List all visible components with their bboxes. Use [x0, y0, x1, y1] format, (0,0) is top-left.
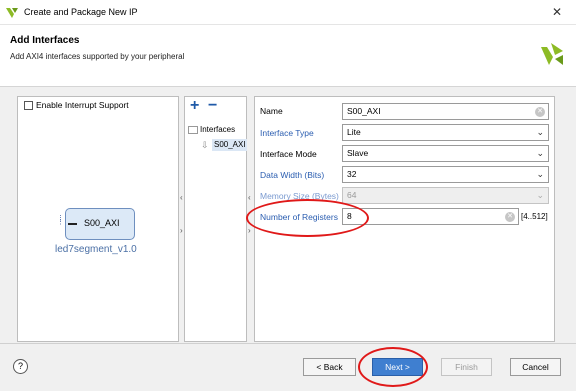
interface-mode-select[interactable]: Slave ⌄: [342, 145, 549, 162]
memory-size-value: 64: [347, 190, 357, 200]
data-width-label[interactable]: Data Width (Bits): [260, 170, 324, 180]
vivado-logo-icon: [541, 43, 563, 65]
interface-type-select[interactable]: Lite ⌄: [342, 124, 549, 141]
remove-interface-button[interactable]: −: [208, 98, 217, 114]
expand-mid-arrow-icon[interactable]: ›: [248, 226, 251, 235]
ip-name: led7segment_v1.0: [55, 244, 137, 255]
num-registers-label[interactable]: Number of Registers: [260, 212, 338, 222]
interface-type-label[interactable]: Interface Type: [260, 128, 314, 138]
cancel-button[interactable]: Cancel: [510, 358, 561, 376]
page-title: Add Interfaces: [10, 35, 80, 46]
finish-button: Finish: [441, 358, 492, 376]
window-title: Create and Package New IP: [24, 7, 138, 17]
chevron-down-icon: ⌄: [536, 190, 544, 200]
ip-port-label: S00_AXI: [84, 218, 120, 228]
data-width-value: 32: [347, 169, 357, 179]
enable-interrupt-label[interactable]: Enable Interrupt Support: [36, 100, 129, 110]
collapse-mid-arrow-icon[interactable]: ‹: [248, 193, 251, 202]
memory-size-select: 64 ⌄: [342, 187, 549, 204]
interface-type-value: Lite: [347, 127, 361, 137]
clear-name-icon[interactable]: ✕: [535, 107, 545, 117]
data-width-select[interactable]: 32 ⌄: [342, 166, 549, 183]
num-registers-value: 8: [347, 211, 352, 221]
expand-right-arrow-icon[interactable]: ›: [180, 226, 183, 235]
port-bar-icon: [68, 223, 77, 225]
page-subtitle: Add AXI4 interfaces supported by your pe…: [10, 52, 185, 61]
enable-interrupt-checkbox[interactable]: [24, 101, 33, 110]
name-label: Name: [260, 106, 283, 116]
wizard-header: Add Interfaces Add AXI4 interfaces suppo…: [0, 25, 576, 87]
chevron-down-icon: ⌄: [536, 169, 544, 179]
add-interface-button[interactable]: +: [190, 98, 199, 114]
close-icon[interactable]: ✕: [548, 4, 566, 20]
title-bar: Create and Package New IP ✕: [0, 0, 576, 25]
next-button[interactable]: Next >: [372, 358, 423, 376]
name-field[interactable]: S00_AXI ✕: [342, 103, 549, 120]
tree-item-s00-axi[interactable]: S00_AXI: [212, 139, 247, 151]
name-value: S00_AXI: [347, 106, 381, 116]
interface-mode-label: Interface Mode: [260, 149, 317, 159]
chevron-down-icon: ⌄: [536, 127, 544, 137]
num-registers-field[interactable]: 8 ✕: [342, 208, 519, 225]
back-button[interactable]: < Back: [303, 358, 356, 376]
collapse-left-arrow-icon[interactable]: ‹: [180, 193, 183, 202]
memory-size-label: Memory Size (Bytes): [260, 191, 339, 201]
vivado-app-icon: [6, 8, 18, 18]
port-connector-icon: ⋮ ⋮: [57, 215, 64, 226]
clear-registers-icon[interactable]: ✕: [505, 212, 515, 222]
chevron-down-icon: ⌄: [536, 148, 544, 158]
num-registers-range: [4..512]: [521, 212, 548, 221]
interface-mode-value: Slave: [347, 148, 369, 158]
tree-root-interfaces[interactable]: Interfaces: [200, 125, 235, 134]
interface-plug-icon: ⇩: [201, 140, 209, 150]
help-icon[interactable]: ?: [13, 359, 28, 374]
folder-icon: [188, 126, 198, 134]
